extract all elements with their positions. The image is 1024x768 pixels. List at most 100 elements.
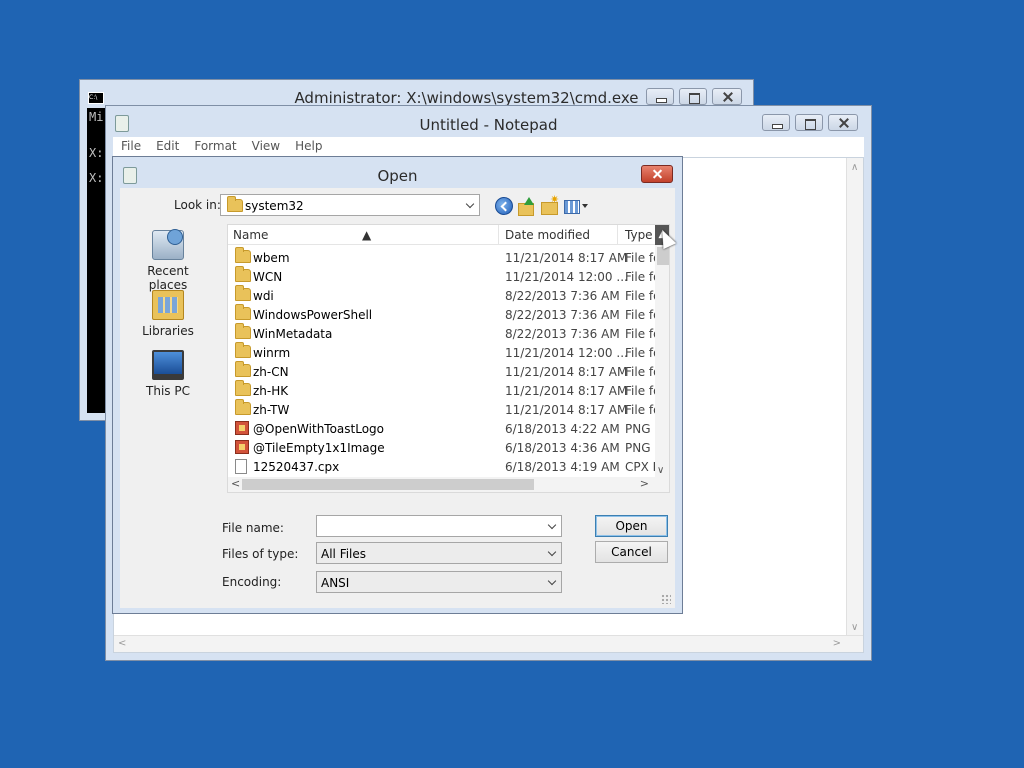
scroll-right-arrow-icon[interactable]: >: [640, 477, 649, 490]
chevron-down-icon[interactable]: [549, 549, 557, 557]
chevron-down-icon[interactable]: [467, 201, 475, 209]
scroll-left-arrow-icon[interactable]: <: [118, 638, 126, 649]
folder-icon: [235, 266, 251, 282]
console-line: Mi: [89, 110, 104, 124]
file-name: zh-CN: [253, 365, 289, 379]
file-name: wbem: [253, 251, 290, 265]
place-this-pc[interactable]: This PC: [128, 350, 208, 398]
file-date-modified: 6/18/2013 4:19 AM: [505, 460, 620, 474]
folder-icon: [235, 399, 251, 415]
chevron-down-icon[interactable]: [549, 578, 557, 586]
file-date-modified: 11/21/2014 8:17 AM: [505, 251, 628, 265]
libraries-icon: [152, 290, 184, 320]
file-date-modified: 8/22/2013 7:36 AM: [505, 308, 620, 322]
cmd-minimize-button[interactable]: [646, 88, 674, 105]
file-date-modified: 8/22/2013 7:36 AM: [505, 327, 620, 341]
file-list-item[interactable]: zh-HK 11/21/2014 8:17 AM File fol: [228, 380, 661, 400]
scroll-right-arrow-icon[interactable]: >: [833, 638, 841, 649]
file-name: @OpenWithToastLogo: [253, 422, 385, 436]
open-dialog-title: Open: [377, 167, 418, 185]
column-type[interactable]: Type: [625, 228, 653, 242]
files-of-type-value: All Files: [321, 547, 367, 561]
file-list-item[interactable]: WCN 11/21/2014 12:00 ... File fol: [228, 266, 661, 286]
file-list-item[interactable]: WinMetadata 8/22/2013 7:36 AM File fol: [228, 323, 661, 343]
column-name[interactable]: Name: [233, 228, 268, 242]
file-list-item[interactable]: @OpenWithToastLogo 6/18/2013 4:22 AM PNG i…: [228, 419, 661, 438]
column-date-modified[interactable]: Date modified: [505, 228, 590, 242]
notepad-maximize-button[interactable]: [795, 114, 823, 131]
view-menu-icon[interactable]: [564, 197, 592, 215]
scroll-down-arrow-icon[interactable]: ∨: [851, 622, 858, 633]
cmd-console[interactable]: Mi X: X:: [87, 108, 107, 413]
file-list-item[interactable]: zh-CN 11/21/2014 8:17 AM File fol: [228, 361, 661, 381]
back-arrow-icon[interactable]: [495, 197, 513, 215]
chevron-down-icon[interactable]: [549, 522, 557, 530]
files-of-type-select[interactable]: All Files: [316, 542, 562, 564]
console-line: X:: [89, 171, 104, 185]
notepad-vertical-scrollbar[interactable]: ∧ ∨: [846, 158, 863, 635]
file-name-label: File name:: [222, 521, 284, 535]
folder-icon: [235, 380, 251, 396]
resize-grip[interactable]: [661, 594, 671, 604]
file-list-item[interactable]: WindowsPowerShell 8/22/2013 7:36 AM File f…: [228, 304, 661, 324]
file-list-item[interactable]: wdi 8/22/2013 7:36 AM File fol: [228, 285, 661, 305]
open-dialog[interactable]: Open Look in: system32 Recent places Lib…: [112, 156, 683, 614]
file-name: WCN: [253, 270, 283, 284]
column-separator[interactable]: [617, 225, 618, 245]
folder-icon: [235, 304, 251, 320]
place-recent-places[interactable]: Recent places: [128, 229, 208, 292]
files-of-type-label: Files of type:: [222, 547, 299, 561]
menu-format[interactable]: Format: [186, 137, 243, 157]
cancel-button[interactable]: Cancel: [595, 541, 668, 563]
cmd-maximize-button[interactable]: [679, 88, 707, 105]
file-list-item[interactable]: wbem 11/21/2014 8:17 AM File fol: [228, 247, 661, 267]
notepad-menu-bar: File Edit Format View Help: [113, 137, 864, 157]
file-list-vertical-scrollbar[interactable]: ▲ ∨: [655, 225, 669, 479]
column-separator[interactable]: [498, 225, 499, 245]
this-pc-icon: [152, 350, 184, 380]
scroll-left-arrow-icon[interactable]: <: [231, 477, 240, 490]
scroll-up-arrow-icon[interactable]: ∧: [851, 162, 858, 173]
folder-icon: [235, 247, 251, 263]
file-name-combo[interactable]: [316, 515, 562, 537]
horizontal-scroll-thumb[interactable]: [242, 479, 534, 490]
look-in-combo[interactable]: system32: [220, 194, 480, 216]
up-one-level-icon[interactable]: [518, 197, 536, 216]
menu-file[interactable]: File: [113, 137, 148, 157]
menu-edit[interactable]: Edit: [148, 137, 186, 157]
notepad-minimize-button[interactable]: [762, 114, 790, 131]
file-name: WinMetadata: [253, 327, 333, 341]
file-list[interactable]: ▲ Name Date modified Type wbem 11/21/2014…: [227, 224, 670, 493]
notepad-close-button[interactable]: [828, 114, 858, 131]
file-icon: [235, 459, 247, 474]
place-label: Recent places: [147, 264, 189, 292]
place-libraries[interactable]: Libraries: [128, 290, 208, 338]
file-list-item[interactable]: zh-TW 11/21/2014 8:17 AM File fol: [228, 399, 661, 419]
png-file-icon: [235, 440, 249, 454]
new-folder-icon[interactable]: [541, 193, 559, 215]
encoding-select[interactable]: ANSI: [316, 571, 562, 593]
notepad-caption-buttons: [762, 114, 858, 131]
file-list-horizontal-scrollbar[interactable]: < >: [228, 477, 669, 492]
notepad-horizontal-scrollbar[interactable]: < >: [114, 635, 863, 652]
menu-help[interactable]: Help: [287, 137, 329, 157]
dialog-close-button[interactable]: [641, 165, 673, 183]
file-list-header: ▲ Name Date modified Type: [228, 225, 669, 245]
sort-ascending-icon: ▲: [362, 228, 372, 242]
menu-view[interactable]: View: [244, 137, 287, 157]
open-button[interactable]: Open: [595, 515, 668, 537]
vertical-scroll-thumb[interactable]: [657, 247, 669, 265]
folder-icon: [235, 323, 251, 339]
file-date-modified: 6/18/2013 4:22 AM: [505, 422, 620, 436]
file-date-modified: 11/21/2014 12:00 ...: [505, 270, 628, 284]
file-list-item[interactable]: winrm 11/21/2014 12:00 ... File fol: [228, 342, 661, 362]
cmd-close-button[interactable]: [712, 88, 742, 105]
file-name: 12520437.cpx: [253, 460, 340, 474]
scroll-down-arrow-icon[interactable]: ∨: [657, 465, 664, 476]
file-list-item[interactable]: 12520437.cpx 6/18/2013 4:19 AM CPX Fi: [228, 457, 661, 476]
file-name: winrm: [253, 346, 291, 360]
file-date-modified: 11/21/2014 12:00 ...: [505, 346, 628, 360]
cmd-caption-buttons: [646, 88, 742, 105]
recent-places-icon: [152, 229, 184, 260]
file-list-item[interactable]: @TileEmpty1x1Image 6/18/2013 4:36 AM PNG i…: [228, 438, 661, 457]
